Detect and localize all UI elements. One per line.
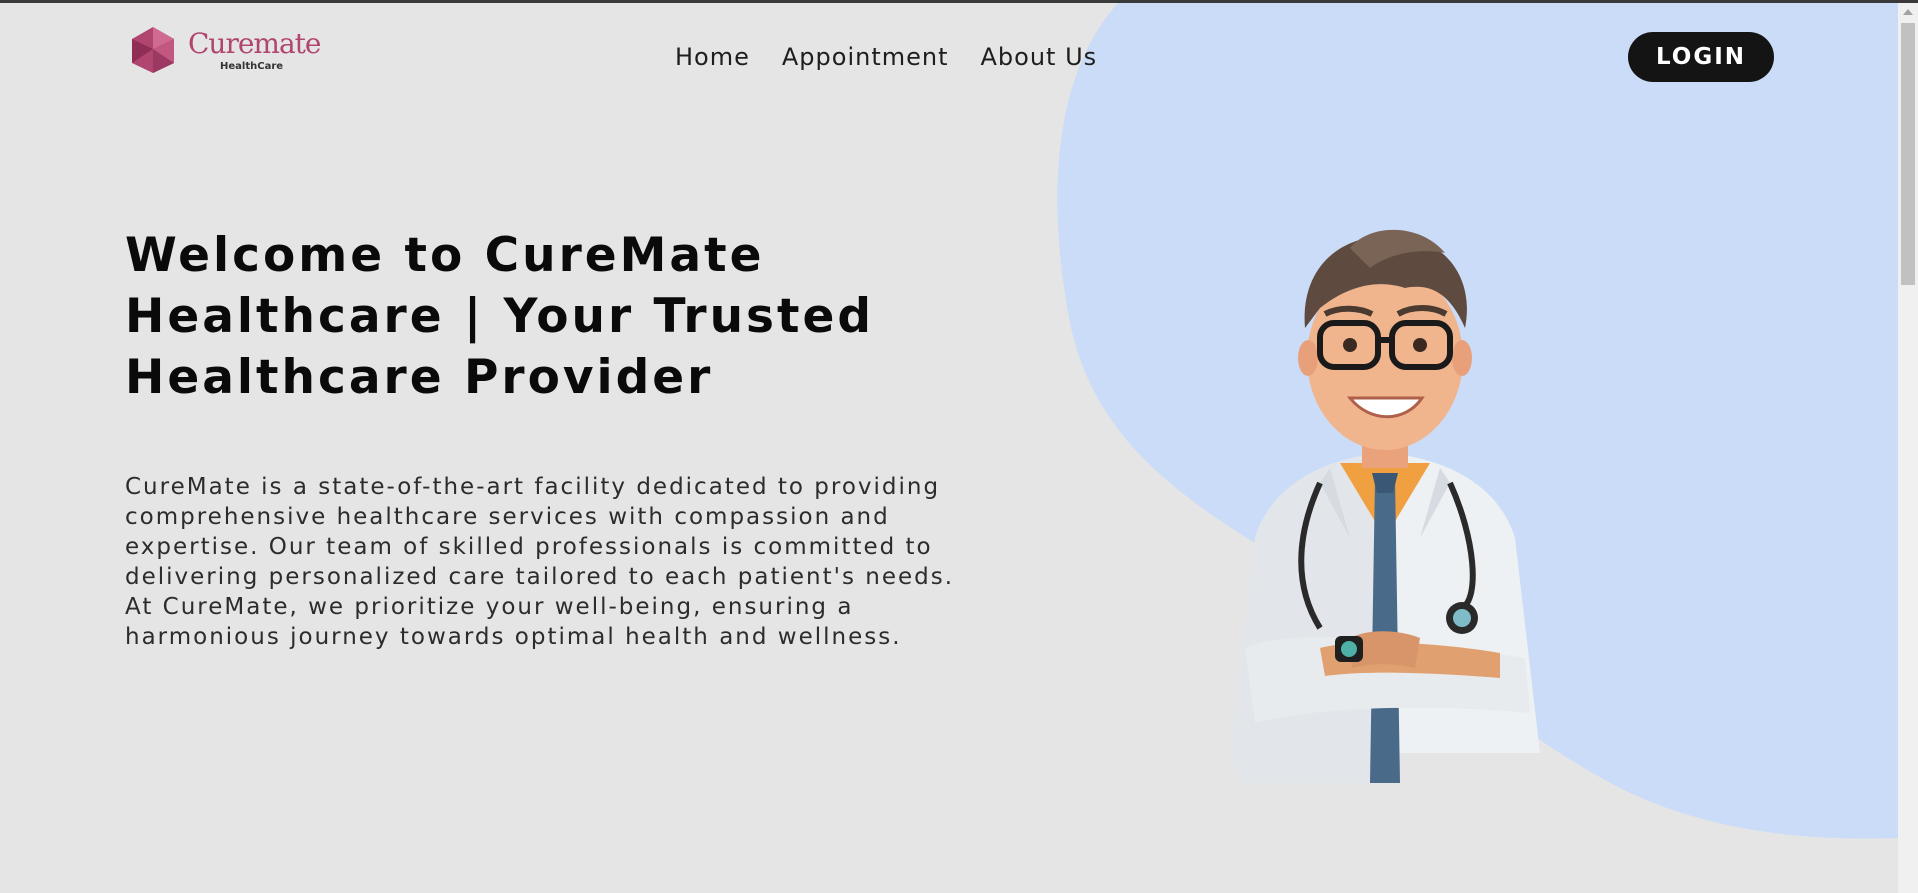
hexagon-gem-icon <box>132 27 174 73</box>
scroll-up-arrow-icon[interactable] <box>1903 9 1913 15</box>
nav-home-link[interactable]: Home <box>675 43 750 71</box>
hero-description: CureMate is a state-of-the-art facility … <box>125 474 955 650</box>
landing-page: Curemate HealthCare Home Appointment Abo… <box>0 3 1898 893</box>
nav-appointment-link[interactable]: Appointment <box>782 43 949 71</box>
hero-title-line-2: Healthcare | Your Trusted <box>125 289 874 344</box>
brand-name: Curemate <box>188 27 321 60</box>
vertical-scrollbar[interactable] <box>1898 3 1918 893</box>
brand-logo[interactable]: Curemate HealthCare <box>130 25 321 81</box>
hero-title-line-3: Healthcare Provider <box>125 350 714 405</box>
doctor-illustration <box>1230 229 1540 783</box>
hero-title-line-1: Welcome to CureMate <box>125 228 765 283</box>
main-nav: Home Appointment About Us <box>675 43 1097 71</box>
hero-title: Welcome to CureMate Healthcare | Your Tr… <box>125 225 945 408</box>
scrollbar-thumb[interactable] <box>1901 23 1915 285</box>
login-button[interactable]: LOGIN <box>1628 32 1774 82</box>
hero-background-blob <box>1057 3 1898 839</box>
nav-about-link[interactable]: About Us <box>981 43 1098 71</box>
brand-tagline: HealthCare <box>220 61 284 72</box>
